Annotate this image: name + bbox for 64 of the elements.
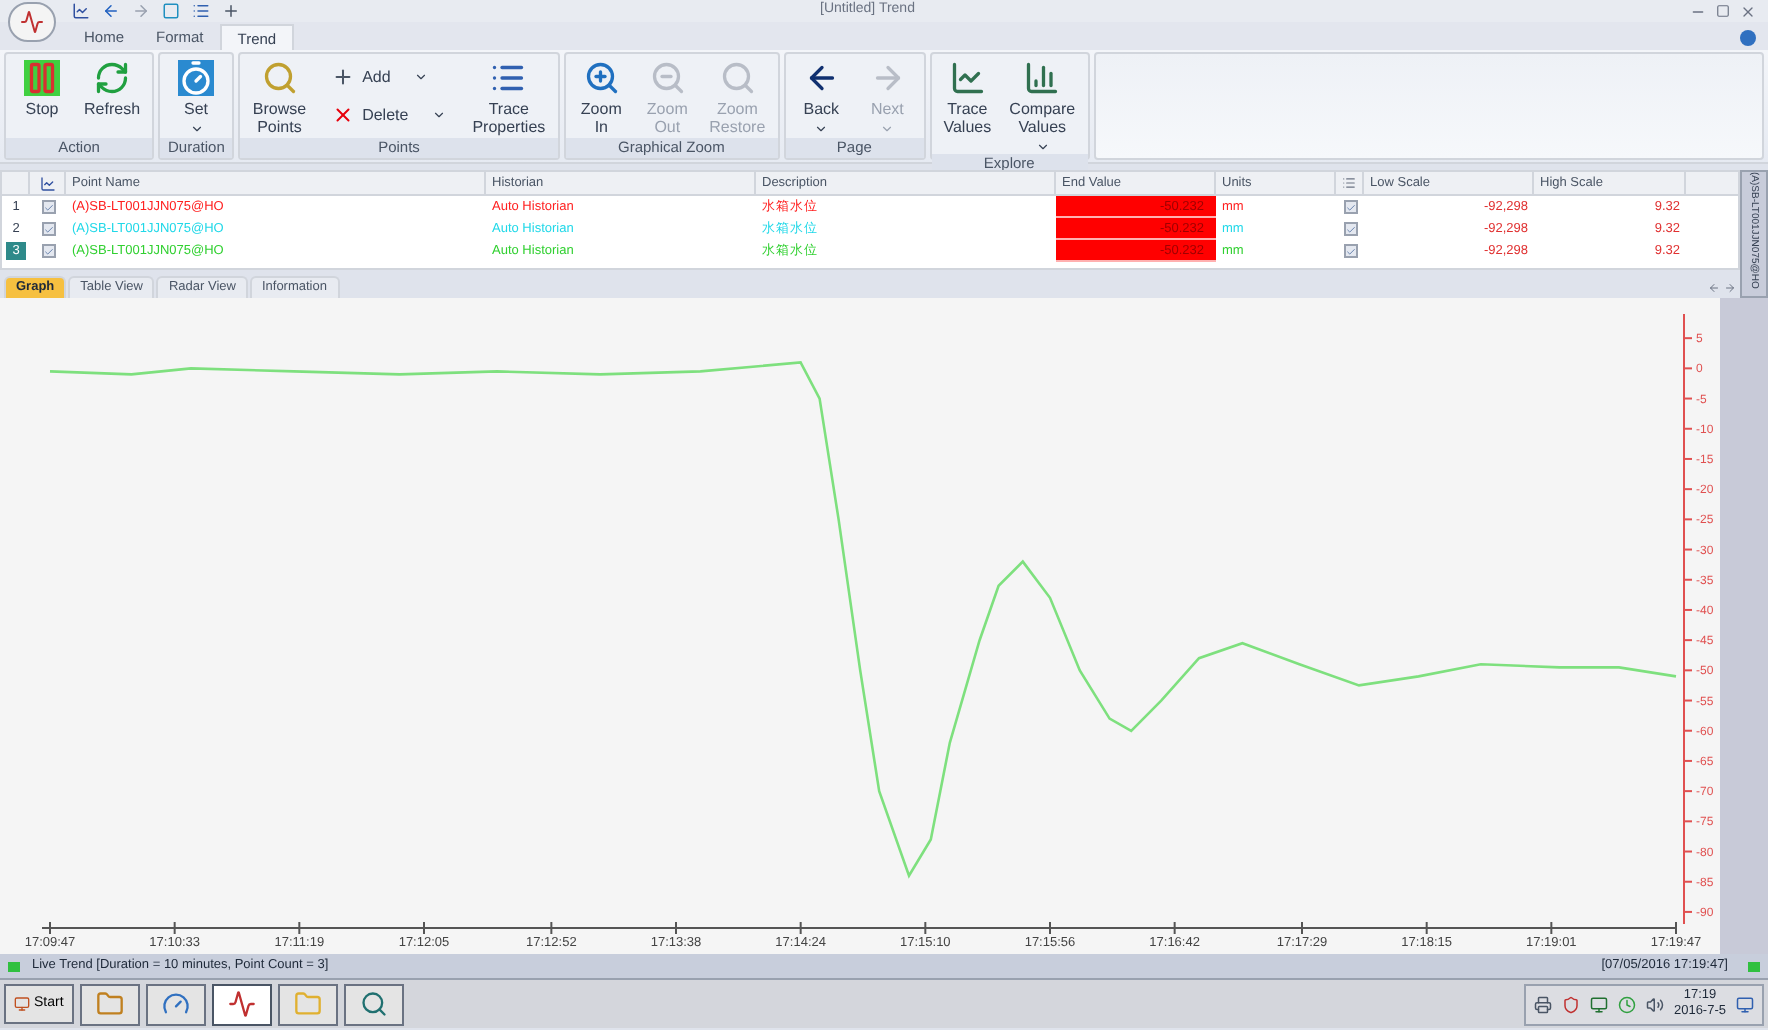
search-icon bbox=[261, 60, 298, 96]
ribbon-button[interactable]: Set bbox=[164, 54, 229, 138]
ribbon-button[interactable]: Zoom In bbox=[569, 54, 634, 138]
layout-icon[interactable] bbox=[162, 2, 180, 20]
show-desktop-icon[interactable] bbox=[1736, 995, 1754, 1013]
ribbon-button[interactable]: Delete bbox=[324, 100, 455, 130]
clock-icon[interactable] bbox=[1617, 995, 1636, 1013]
plus-icon[interactable] bbox=[222, 2, 240, 20]
ribbon-button[interactable]: Trace Values bbox=[935, 54, 1000, 154]
help-icon[interactable] bbox=[1740, 30, 1756, 46]
magnifier-icon bbox=[359, 990, 388, 1018]
shield-icon[interactable] bbox=[1561, 995, 1580, 1013]
pause-icon bbox=[24, 60, 60, 96]
taskbar-app[interactable] bbox=[277, 983, 338, 1025]
volume-icon[interactable] bbox=[1645, 995, 1664, 1013]
line-chart-icon bbox=[949, 60, 986, 96]
zoom-in-icon bbox=[583, 60, 620, 96]
maximize-icon[interactable] bbox=[1716, 3, 1730, 17]
scroll-right-icon[interactable] bbox=[1724, 282, 1736, 294]
refresh-icon bbox=[94, 60, 130, 96]
status-light-icon bbox=[1748, 961, 1760, 971]
checkbox[interactable] bbox=[1343, 222, 1357, 236]
checkbox[interactable] bbox=[41, 244, 55, 258]
scroll-left-icon[interactable] bbox=[1708, 282, 1720, 294]
zoom-out-icon bbox=[649, 60, 686, 96]
scale-column-icon bbox=[1342, 176, 1356, 190]
ribbon-button[interactable]: Compare Values bbox=[1001, 54, 1084, 154]
trend-icon bbox=[227, 990, 256, 1018]
monitor-icon[interactable] bbox=[1589, 995, 1608, 1013]
taskbar-app[interactable] bbox=[343, 983, 404, 1025]
checkbox[interactable] bbox=[41, 200, 55, 214]
undo-icon[interactable] bbox=[102, 2, 120, 20]
gauge-icon bbox=[161, 990, 190, 1018]
list-icon[interactable] bbox=[192, 2, 210, 20]
quick-access-icon[interactable] bbox=[72, 2, 90, 20]
list-icon bbox=[490, 60, 527, 96]
windows-icon bbox=[14, 996, 30, 1012]
taskbar-app[interactable] bbox=[145, 983, 206, 1025]
ribbon-button[interactable]: Browse Points bbox=[244, 54, 315, 138]
bar-chart-icon bbox=[1024, 60, 1061, 96]
timer-icon bbox=[178, 60, 215, 96]
folder-icon bbox=[95, 990, 124, 1018]
zoom-restore-icon bbox=[719, 60, 756, 96]
app-logo-icon[interactable] bbox=[8, 2, 56, 42]
taskbar-app[interactable] bbox=[79, 983, 140, 1025]
redo-icon[interactable] bbox=[132, 2, 150, 20]
close-icon[interactable] bbox=[1740, 3, 1756, 19]
taskbar-app[interactable] bbox=[211, 983, 272, 1025]
ribbon-button[interactable]: Back bbox=[789, 54, 854, 138]
plus-icon bbox=[332, 66, 355, 88]
checkbox[interactable] bbox=[1343, 200, 1357, 214]
ribbon-button[interactable]: Stop bbox=[10, 54, 74, 138]
caret-icon bbox=[432, 108, 447, 122]
checkbox[interactable] bbox=[1343, 244, 1357, 258]
chart-column-icon bbox=[39, 175, 55, 191]
ribbon-button[interactable]: Refresh bbox=[76, 54, 149, 138]
ribbon-button[interactable]: Add bbox=[324, 62, 455, 92]
ribbon-button[interactable]: Trace Properties bbox=[464, 54, 554, 138]
printer-icon[interactable] bbox=[1533, 995, 1552, 1013]
status-light-icon bbox=[8, 961, 20, 971]
delete-icon bbox=[332, 104, 355, 126]
folder-icon bbox=[293, 990, 322, 1018]
checkbox[interactable] bbox=[41, 222, 55, 236]
caret-icon bbox=[414, 70, 429, 84]
